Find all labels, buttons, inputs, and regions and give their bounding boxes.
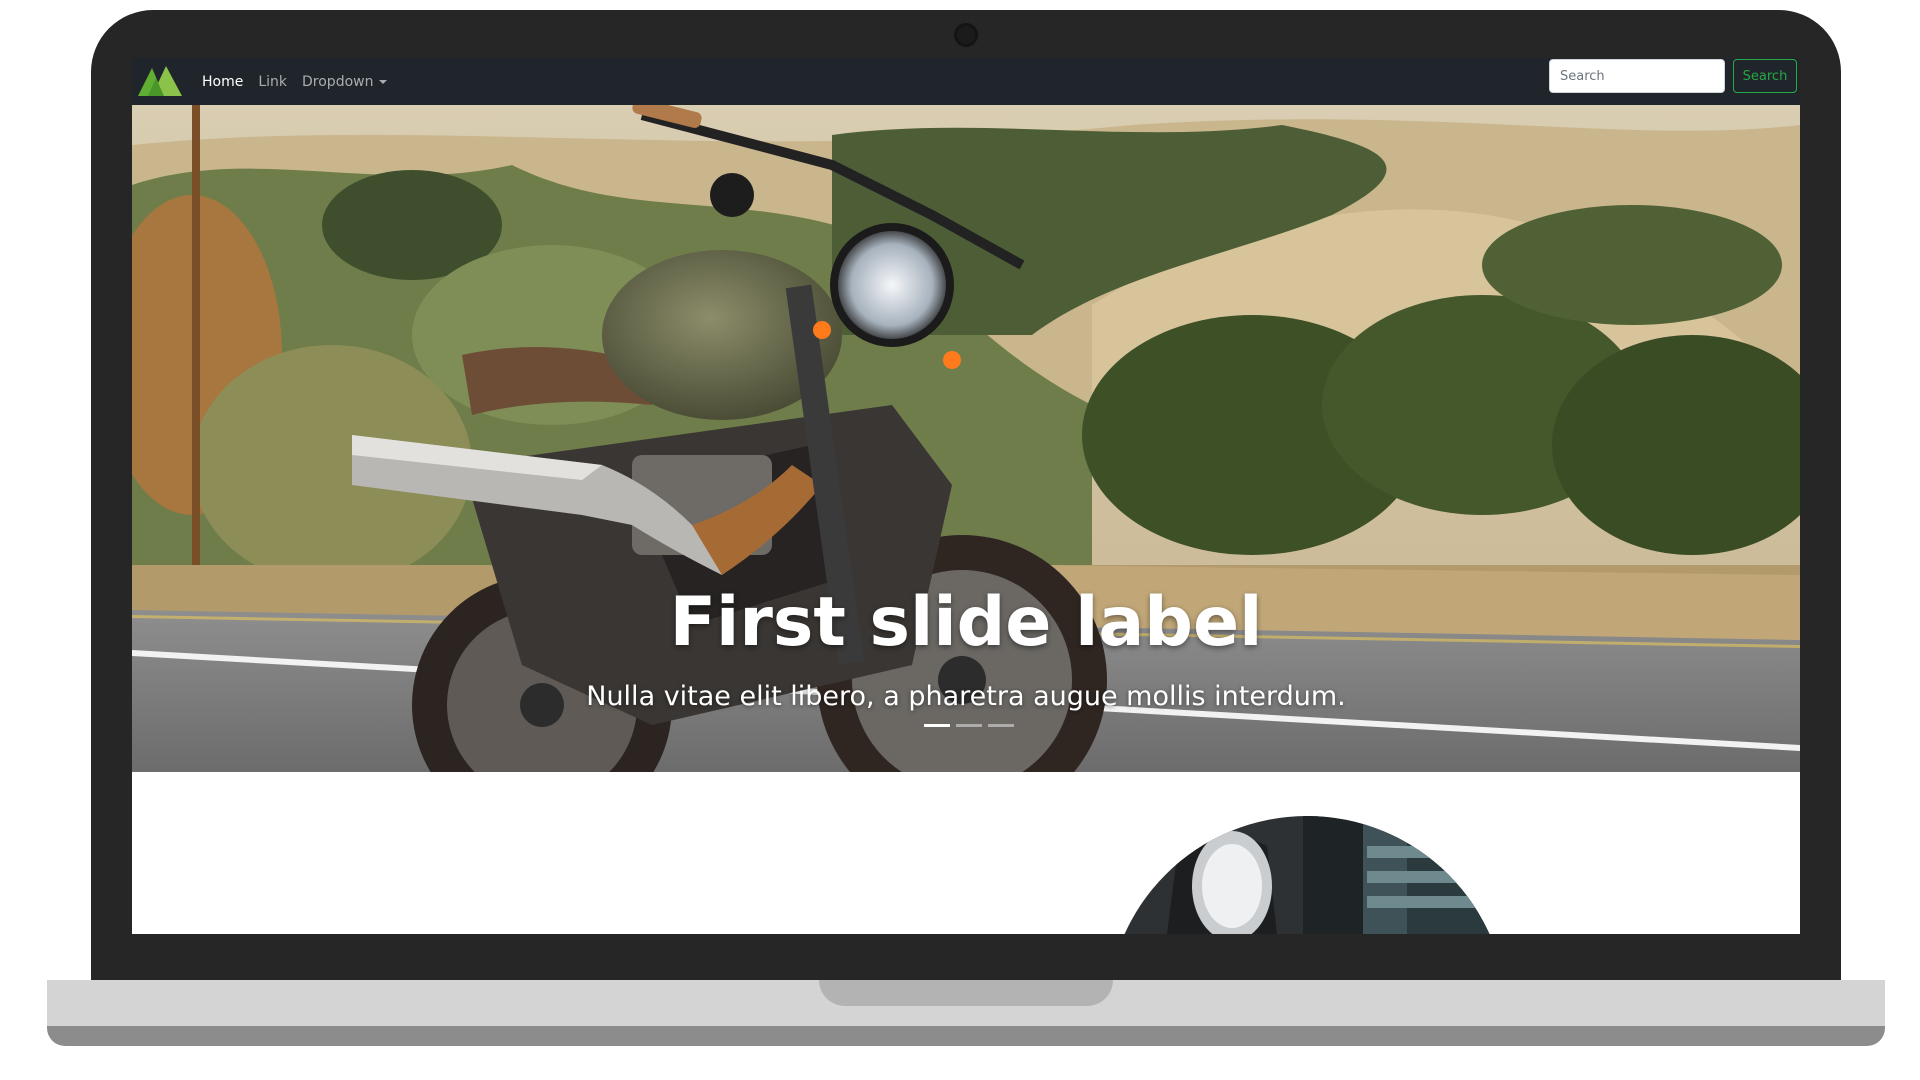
nav-link-home[interactable]: Home	[202, 74, 243, 90]
laptop-hinge	[819, 980, 1113, 1006]
caret-down-icon	[379, 79, 388, 84]
navbar: Home Link Dropdown Search	[132, 58, 1800, 105]
carousel-indicators	[924, 724, 1014, 727]
carousel-indicator-2[interactable]	[956, 724, 982, 727]
carousel-caption-title: First slide label	[669, 583, 1263, 662]
carousel-slide-image	[132, 105, 1800, 772]
carousel-indicator-3[interactable]	[988, 724, 1014, 727]
featurette-image	[1107, 816, 1507, 934]
carousel-indicator-1[interactable]	[924, 724, 950, 727]
screen: Home Link Dropdown Search Search First s…	[132, 58, 1800, 934]
search-button[interactable]: Search	[1733, 59, 1797, 93]
mountain-logo-icon[interactable]	[138, 62, 182, 96]
search-input[interactable]	[1549, 59, 1725, 93]
nav-links: Home Link Dropdown	[202, 58, 388, 105]
nav-dropdown[interactable]: Dropdown	[302, 73, 388, 90]
carousel-caption-text: Nulla vitae elit libero, a pharetra augu…	[586, 681, 1346, 712]
nav-dropdown-label: Dropdown	[302, 73, 374, 90]
camera-icon	[954, 23, 978, 47]
nav-link-link[interactable]: Link	[258, 74, 287, 90]
hero-carousel[interactable]: First slide label Nulla vitae elit liber…	[132, 105, 1800, 772]
laptop-base-shadow	[47, 1026, 1885, 1046]
